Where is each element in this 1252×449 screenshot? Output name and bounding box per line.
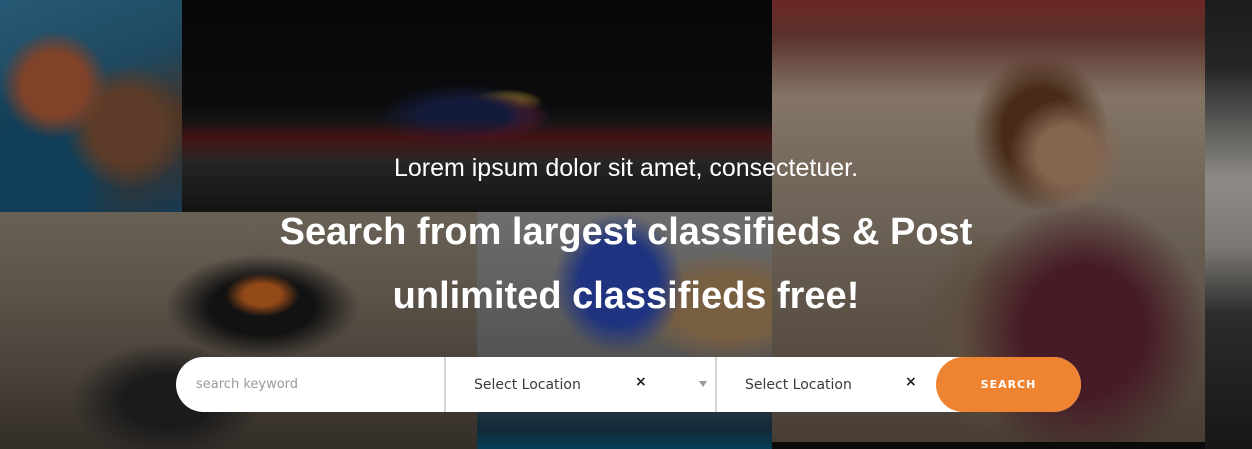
search-keyword-input[interactable] (176, 357, 444, 412)
location-select-2[interactable]: Select Location × (717, 357, 936, 412)
chevron-down-icon[interactable] (699, 381, 707, 387)
close-icon[interactable]: × (635, 374, 647, 390)
headline-line-2: unlimited classifieds free! (392, 275, 860, 317)
hero-banner: Lorem ipsum dolor sit amet, consectetuer… (0, 0, 1252, 449)
hero-tagline: Lorem ipsum dolor sit amet, consectetuer… (393, 154, 859, 182)
hero-headline: Search from largest classifieds & Post u… (0, 200, 1252, 328)
search-button[interactable]: SEARCH (936, 357, 1081, 412)
close-icon[interactable]: × (905, 374, 917, 390)
location-select-2-value: Select Location (745, 376, 852, 393)
headline-line-1: Search from largest classifieds & Post (279, 211, 973, 253)
location-select-1[interactable]: Select Location × (446, 357, 715, 412)
location-select-1-value: Select Location (474, 376, 581, 393)
search-form: Select Location × Select Location × SEAR… (176, 357, 1081, 412)
